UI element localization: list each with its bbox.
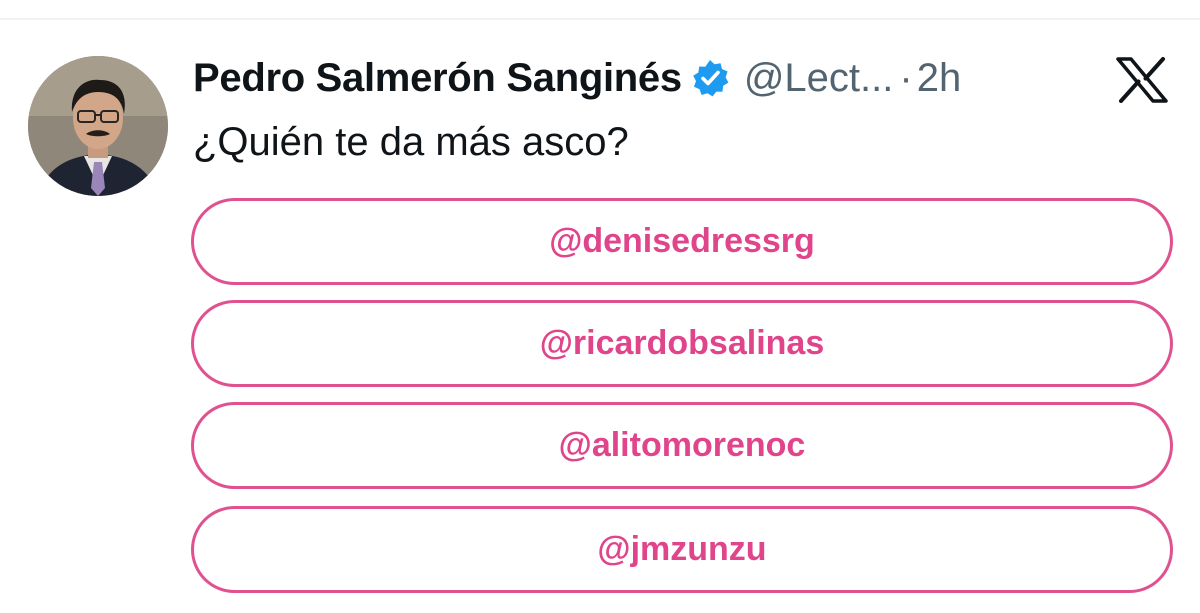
poll-option-label: @alitomorenoc [558,426,806,464]
poll-option-2[interactable]: @ricardobsalinas [191,300,1173,387]
avatar-photo [28,56,168,196]
poll-option-4[interactable]: @jmzunzu [191,506,1173,593]
header-separator: · [899,55,913,100]
poll-option-3[interactable]: @alitomorenoc [191,402,1173,489]
author-display-name[interactable]: Pedro Salmerón Sanginés [193,56,682,101]
poll-option-label: @ricardobsalinas [539,324,825,362]
x-logo-icon [1116,57,1168,103]
poll-option-label: @denisedressrg [549,222,815,260]
tweet-timestamp[interactable]: 2h [917,56,962,101]
poll: @denisedressrg @ricardobsalinas @alitomo… [191,198,1173,608]
poll-option-1[interactable]: @denisedressrg [191,198,1173,285]
author-avatar[interactable] [28,56,168,196]
tweet-header: Pedro Salmerón Sanginés @Lect... · 2h [193,53,961,103]
tweet-card[interactable]: Pedro Salmerón Sanginés @Lect... · 2h ¿Q… [0,0,1200,613]
poll-option-label: @jmzunzu [597,530,767,568]
tweet-text: ¿Quién te da más asco? [193,120,629,164]
author-handle[interactable]: @Lect... [744,56,894,101]
verified-badge-icon [690,58,730,98]
